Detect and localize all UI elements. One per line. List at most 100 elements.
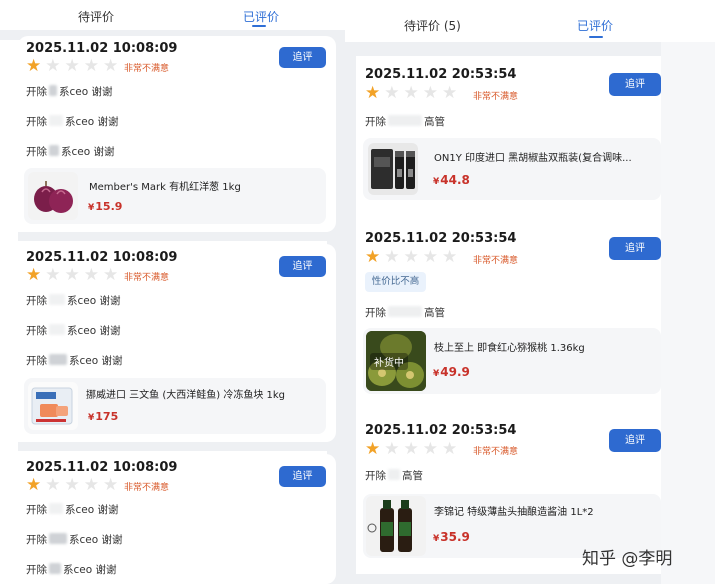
star-rating: ★ ★ ★ ★ ★ [26,56,119,76]
soy-sauce-bottles-image [366,496,426,556]
separator [345,42,356,584]
follow-up-review-button[interactable]: 追评 [609,73,661,96]
review-text: 开除 系ceo 谢谢 [26,503,119,516]
review-card: 2025.11.02 10:08:09 ★ ★ ★ ★ ★ 非常不满意 追评 开除 系ce… [18,244,336,442]
zhihu-watermark: 知乎 @李明 [582,549,673,569]
review-text: 开除 系ceo 谢谢 [26,563,117,576]
star-empty-icon: ★ [45,265,61,285]
salmon-package-image [28,382,78,430]
star-empty-icon: ★ [442,83,458,103]
star-empty-icon: ★ [422,247,438,267]
tab-pending-review[interactable]: 待评价 [78,8,114,25]
review-date: 2025.11.02 10:08:09 [26,460,178,475]
star-rating: ★ ★ ★ ★ ★ [365,439,458,459]
star-filled-icon: ★ [26,56,42,76]
star-empty-icon: ★ [422,439,438,459]
review-tabs: 待评价 已评价 [0,0,345,34]
review-text: 开除 高管 [365,306,445,319]
satisfaction-label: 非常不满意 [473,92,519,102]
review-date: 2025.11.02 10:08:09 [26,250,178,265]
review-date: 2025.11.02 20:53:54 [365,231,517,246]
star-empty-icon: ★ [384,439,400,459]
separator [661,42,715,584]
left-screenshot: 待评价 已评价 2025.11.02 10:08:09 ★ ★ ★ ★ ★ 非常不满意 … [0,0,345,584]
review-text: 开除 系ceo 谢谢 [26,115,119,128]
review-text: 开除 高管 [365,469,423,482]
star-empty-icon: ★ [64,475,80,495]
tab-reviewed[interactable]: 已评价 [577,17,613,34]
star-empty-icon: ★ [45,475,61,495]
product-row[interactable]: ON1Y 印度进口 黑胡椒盐双瓶装(复合调味... ¥44.8 [363,138,661,200]
review-card: 2025.11.02 10:08:09 ★ ★ ★ ★ ★ 非常不满意 追评 开除 系ce… [18,36,336,232]
separator [18,232,336,241]
product-price: ¥35.9 [433,530,470,544]
star-empty-icon: ★ [103,265,119,285]
follow-up-review-button[interactable]: 追评 [279,47,326,68]
product-name: Member's Mark 有机红洋葱 1kg [89,182,241,193]
review-text: 开除 系ceo 谢谢 [26,294,121,307]
separator [18,442,336,451]
star-empty-icon: ★ [403,83,419,103]
star-empty-icon: ★ [83,475,99,495]
kiwi-image: 补货中 [366,331,426,391]
product-price: ¥49.9 [433,365,470,379]
right-screenshot: 待评价 (5) 已评价 2025.11.02 20:53:54 ★ ★ ★ ★ ★ 非常… [345,0,715,584]
product-price: ¥15.9 [88,200,123,213]
star-empty-icon: ★ [45,56,61,76]
restocking-badge: 补货中 [370,353,408,370]
product-name: ON1Y 印度进口 黑胡椒盐双瓶装(复合调味... [434,153,632,164]
tab-reviewed[interactable]: 已评价 [243,8,279,25]
pepper-bottles-image [368,143,418,195]
follow-up-review-button[interactable]: 追评 [279,466,326,487]
star-empty-icon: ★ [103,475,119,495]
star-filled-icon: ★ [26,265,42,285]
star-filled-icon: ★ [365,439,381,459]
satisfaction-label: 非常不满意 [473,447,519,457]
review-tag: 性价比不高 [365,272,426,292]
separator [356,574,661,584]
star-empty-icon: ★ [83,265,99,285]
satisfaction-label: 非常不满意 [473,256,519,266]
star-empty-icon: ★ [103,56,119,76]
red-onion-image [28,172,78,220]
star-empty-icon: ★ [422,83,438,103]
product-name: 挪威进口 三文鱼 (大西洋鲑鱼) 冷冻鱼块 1kg [86,390,286,401]
star-empty-icon: ★ [403,439,419,459]
separator [345,42,715,56]
star-empty-icon: ★ [384,83,400,103]
follow-up-review-button[interactable]: 追评 [609,237,661,260]
review-text: 开除 系ceo 谢谢 [26,145,115,158]
star-filled-icon: ★ [365,83,381,103]
review-card: 2025.11.02 20:53:54 ★ ★ ★ ★ ★ 非常不满意 追评 性价比不高… [356,220,661,402]
review-card: 2025.11.02 20:53:54 ★ ★ ★ ★ ★ 非常不满意 追评 开除 高管 … [356,56,661,208]
product-price: ¥44.8 [433,173,470,187]
review-text: 开除 系ceo 谢谢 [26,85,113,98]
star-empty-icon: ★ [64,56,80,76]
review-date: 2025.11.02 10:08:09 [26,41,178,56]
product-row[interactable]: 挪威进口 三文鱼 (大西洋鲑鱼) 冷冻鱼块 1kg ¥175 [24,378,326,434]
star-rating: ★ ★ ★ ★ ★ [26,475,119,495]
product-row[interactable]: Member's Mark 有机红洋葱 1kg ¥15.9 [24,168,326,224]
review-card: 2025.11.02 10:08:09 ★ ★ ★ ★ ★ 非常不满意 追评 开除 系ce… [18,454,336,584]
star-empty-icon: ★ [83,56,99,76]
review-tabs: 待评价 (5) 已评价 [345,0,715,42]
star-filled-icon: ★ [26,475,42,495]
review-date: 2025.11.02 20:53:54 [365,67,517,82]
star-empty-icon: ★ [64,265,80,285]
star-empty-icon: ★ [384,247,400,267]
product-name: 枝上至上 即食红心猕猴桃 1.36kg [434,343,585,354]
star-filled-icon: ★ [365,247,381,267]
product-name: 李锦记 特级薄盐头抽酿造酱油 1L*2 [434,507,594,518]
follow-up-review-button[interactable]: 追评 [609,429,661,452]
tab-pending-review[interactable]: 待评价 (5) [404,17,461,34]
review-text: 开除 系ceo 谢谢 [26,324,121,337]
satisfaction-label: 非常不满意 [124,273,170,283]
star-rating: ★ ★ ★ ★ ★ [365,83,458,103]
product-row[interactable]: 补货中 枝上至上 即食红心猕猴桃 1.36kg ¥49.9 [363,328,661,394]
active-tab-indicator [589,36,603,38]
star-empty-icon: ★ [442,439,458,459]
star-rating: ★ ★ ★ ★ ★ [365,247,457,267]
follow-up-review-button[interactable]: 追评 [279,256,326,277]
product-price: ¥175 [88,410,119,423]
active-tab-indicator [252,25,266,27]
